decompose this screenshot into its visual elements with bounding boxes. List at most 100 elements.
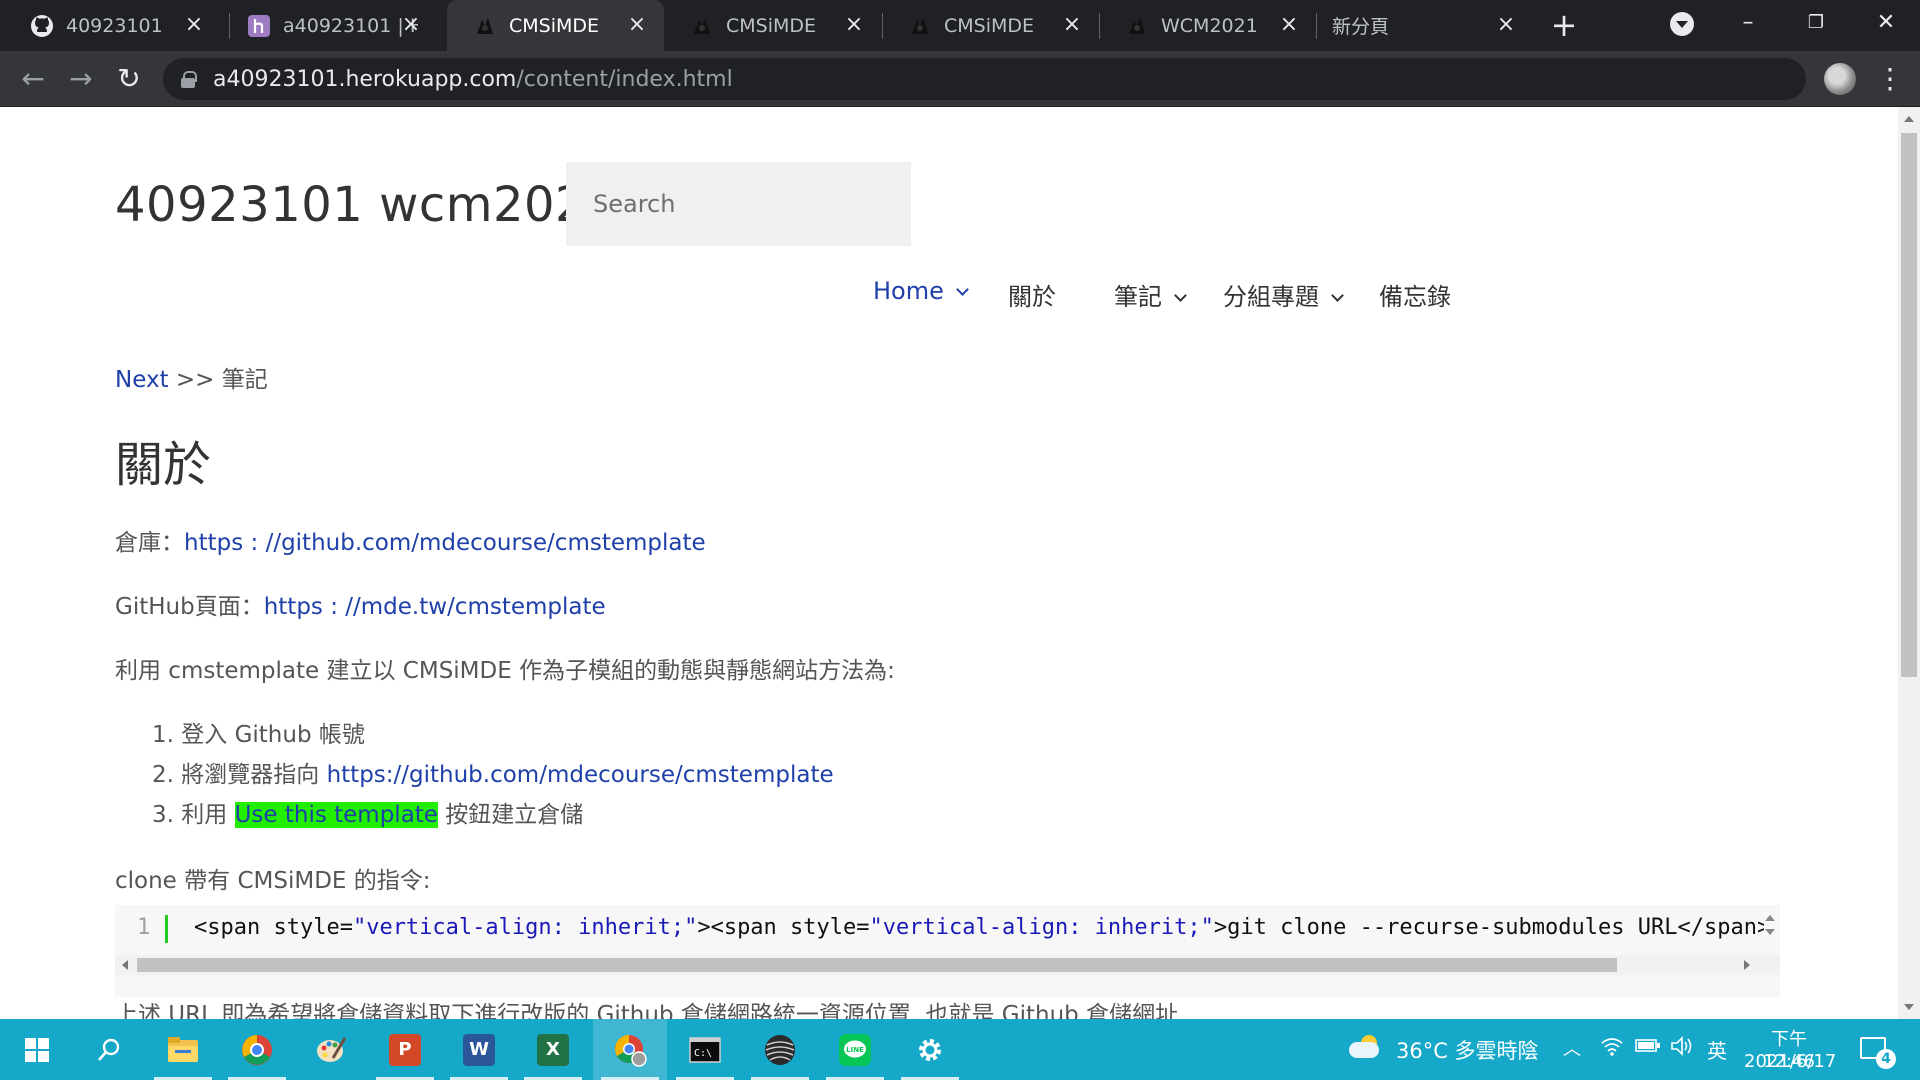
back-arrow-icon[interactable]: ← [16,62,50,96]
close-icon[interactable]: × [1278,14,1300,36]
browser-tab[interactable]: WCM2021 × [1099,0,1316,51]
tab-search-icon[interactable] [1670,12,1694,36]
line-icon[interactable]: LINE [818,1019,892,1080]
nav-item-group-projects[interactable]: 分組專題 [1223,277,1344,312]
window-close-icon[interactable]: ✕ [1868,8,1904,38]
weather-cloud-icon[interactable] [1349,1035,1383,1059]
terminal-icon[interactable]: C:\ [668,1019,742,1080]
chevron-down-icon [1174,289,1187,302]
profile-avatar[interactable] [1824,63,1856,95]
scroll-down-arrow-icon[interactable] [1904,1004,1914,1010]
ghpage-label: GitHub頁面： [115,594,264,620]
search-input[interactable] [566,162,911,246]
site-title[interactable]: 40923101 wcm2021 [115,177,617,233]
line-number: 1 [137,915,151,940]
nav-item-memo[interactable]: 備忘錄 [1379,277,1451,312]
close-icon[interactable]: × [183,14,205,36]
notification-count-badge: 4 [1876,1049,1896,1069]
kebab-menu-icon[interactable]: ⋮ [1876,61,1904,97]
close-icon[interactable]: × [626,14,648,36]
code-horizontal-scrollbar[interactable] [115,955,1780,975]
code-string: "vertical-align: inherit;" [869,915,1214,940]
close-icon[interactable]: × [400,14,422,36]
cmsimde-icon [1125,14,1149,38]
word-icon[interactable]: W [442,1019,516,1080]
minimize-icon[interactable]: – [1730,8,1766,38]
wifi-icon[interactable] [1600,1035,1624,1062]
browser-tab[interactable]: a40923101 | H × [221,0,438,51]
chevron-down-icon [956,283,969,296]
browser-tab[interactable]: 新分頁 × [1316,0,1533,51]
search-icon[interactable] [72,1019,146,1080]
paint-icon[interactable] [294,1019,368,1080]
scroll-thumb[interactable] [137,958,1617,972]
scroll-thumb[interactable] [1901,133,1917,677]
cmsimde-icon [908,14,932,38]
browser-tab[interactable]: CMSiMDE × [664,0,881,51]
code-token: ><span style= [697,915,870,940]
step-3-suffix: 按鈕建立倉儲 [437,802,584,828]
close-icon[interactable]: × [1495,14,1517,36]
close-icon[interactable]: × [843,14,865,36]
ghpage-link[interactable]: https : //mde.tw/cmstemplate [264,594,606,620]
forward-arrow-icon[interactable]: → [64,62,98,96]
scroll-left-arrow-icon[interactable] [122,960,128,970]
scroll-up-arrow-icon[interactable] [1904,116,1914,122]
powerpoint-icon[interactable]: P [368,1019,442,1080]
url-path: /content/index.html [516,67,733,92]
ime-indicator[interactable]: 英 [1707,1035,1727,1064]
code-line: <span style="vertical-align: inherit;"><… [194,915,1764,940]
browser-toolbar: ← → ↻ a40923101.herokuapp.com/content/in… [0,51,1920,107]
excel-icon[interactable]: X [516,1019,590,1080]
chrome-icon[interactable] [220,1019,294,1080]
reload-icon[interactable]: ↻ [112,62,146,96]
code-string: "vertical-align: inherit;" [352,915,698,940]
address-bar[interactable]: a40923101.herokuapp.com/content/index.ht… [163,58,1806,100]
clock-date[interactable]: 2021/6/17 [1744,1051,1836,1072]
github-icon [30,14,54,38]
breadcrumb-next-link[interactable]: Next [115,367,169,393]
new-tab-plus-icon[interactable]: + [1548,9,1580,42]
tab-title: CMSiMDE [726,14,817,37]
web-page: 40923101 wcm2021 Home 關於 筆記 分組專題 備忘錄 Nex… [0,107,1898,1019]
breadcrumb: Next >> 筆記 [115,360,268,394]
nav-item-label: 備忘錄 [1379,283,1451,311]
settings-icon[interactable] [893,1019,967,1080]
excel-glyph: X [537,1033,569,1066]
word-glyph: W [463,1033,495,1066]
nav-item-label: Home [873,277,944,305]
close-icon[interactable]: × [1061,14,1083,36]
browser-tab[interactable]: CMSiMDE × [882,0,1099,51]
steps-list: 1. 登入 Github 帳號 2. 將瀏覽器指向 https://github… [152,715,834,835]
volume-icon[interactable] [1670,1035,1694,1062]
code-vertical-scroll[interactable] [1762,913,1778,943]
weather-text[interactable]: 36°C 多雲時陰 [1396,1035,1539,1065]
chrome-profile-icon[interactable] [593,1019,667,1080]
repo-link[interactable]: https : //github.com/mdecourse/cmstempla… [184,530,706,556]
cmsimde-icon [473,14,497,38]
nav-item-about[interactable]: 關於 [1008,277,1056,312]
windows-taskbar: P W X C:\ LINE 36°C 多雲時陰 ︿ 英 下午 12:46 20… [0,1019,1920,1080]
page-scrollbar[interactable] [1898,107,1920,1019]
browser-tab[interactable]: 40923101 × [4,0,221,51]
cmsimde-icon [690,14,714,38]
step-1-text: 1. 登入 Github 帳號 [152,722,365,748]
code-block[interactable]: 1 <span style="vertical-align: inherit;"… [115,905,1780,997]
tab-title: 40923101 [66,14,163,37]
file-explorer-icon[interactable] [146,1019,220,1080]
chevron-up-icon[interactable]: ︿ [1563,1035,1581,1061]
step-2-link[interactable]: https://github.com/mdecourse/cmstemplate [327,762,834,788]
globe-app-icon[interactable] [743,1019,817,1080]
nav-item-home[interactable]: Home [873,277,969,305]
tab-title: CMSiMDE [509,14,600,37]
windows-start-icon[interactable] [0,1019,74,1080]
list-item: 2. 將瀏覽器指向 https://github.com/mdecourse/c… [152,755,834,795]
nav-item-label: 分組專題 [1223,283,1319,311]
nav-item-notes[interactable]: 筆記 [1114,277,1187,312]
battery-icon[interactable] [1635,1035,1661,1060]
url-explanation-paragraph: 上述 URL 即為希望將倉儲資料取下進行改版的 Github 倉儲網路統一資源位… [115,1002,1186,1019]
scroll-right-arrow-icon[interactable] [1744,960,1750,970]
browser-tab-active[interactable]: CMSiMDE × [447,0,664,51]
browser-tab-strip: 40923101 × a40923101 | H × CMSiMDE × CMS… [0,0,1920,51]
restore-icon[interactable]: ❐ [1798,8,1834,38]
